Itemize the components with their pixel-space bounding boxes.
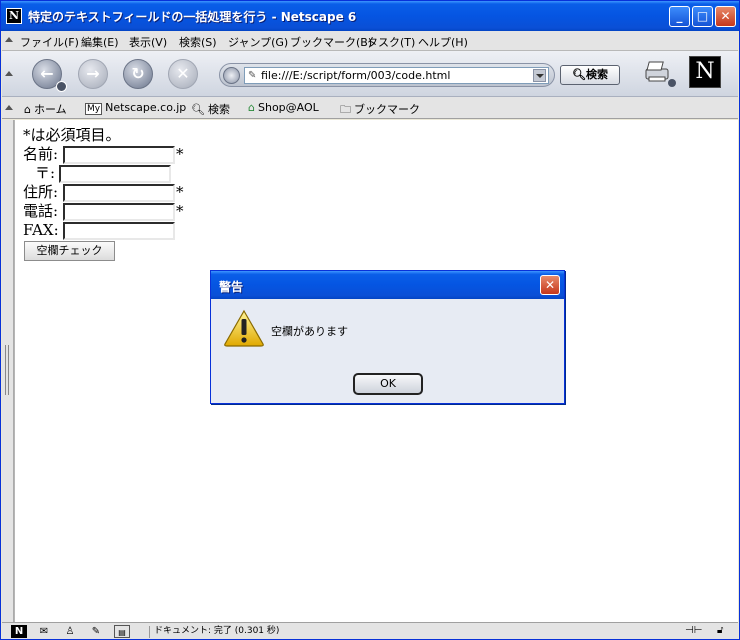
menu-view[interactable]: 表示(V)	[129, 34, 167, 50]
required-mark-address: *	[176, 183, 184, 201]
navigation-toolbar: ← → ↻ ✕ ✎ file:///E:/script/form/003/cod…	[2, 51, 738, 97]
toolbar-grip-icon[interactable]	[5, 37, 13, 42]
forward-button[interactable]: →	[78, 59, 108, 89]
reload-icon: ↻	[131, 64, 145, 83]
netscape-logo[interactable]: N	[689, 56, 721, 88]
dialog-title: 警告	[219, 280, 244, 294]
menu-bar: ファイル(F) 編集(E) 表示(V) 検索(S) ジャンプ(G) ブックマーク…	[2, 31, 738, 51]
search-icon: 🔍︎	[191, 103, 205, 116]
magnifier-icon: 🔍︎	[572, 68, 586, 81]
close-button[interactable]: ✕	[715, 6, 736, 27]
mail-icon[interactable]: ✉	[36, 625, 52, 638]
title-bar[interactable]: N 特定のテキストフィールドの一括処理を行う - Netscape 6 _ □ …	[1, 1, 739, 31]
status-text: ドキュメント: 完了 (0.301 秒)	[149, 626, 279, 638]
menu-search[interactable]: 検索(S)	[179, 34, 217, 50]
bookmark-folder-icon: 🗀︎	[340, 103, 351, 116]
toolbar-grip-icon[interactable]	[5, 71, 13, 76]
home-icon: ⌂	[24, 103, 31, 116]
fax-input[interactable]	[63, 222, 175, 240]
shop-icon: ⌂	[248, 101, 255, 114]
dialog-body: 空欄があります OK	[211, 299, 564, 403]
netscape-app-icon: N	[6, 8, 22, 24]
close-icon: ✕	[720, 9, 731, 23]
maximize-icon: □	[696, 9, 709, 23]
alert-dialog: 警告 ✕ 空欄があります OK	[210, 270, 565, 404]
personal-item-bookmarks[interactable]: 🗀︎ ブックマーク	[340, 101, 420, 120]
dialog-message: 空欄があります	[271, 325, 348, 338]
menu-bookmarks[interactable]: ブックマーク(B)	[290, 34, 372, 50]
online-connection-icon[interactable]: ⊣⊢	[685, 625, 702, 636]
url-dropdown-icon[interactable]	[533, 69, 546, 82]
back-dropdown-icon[interactable]	[56, 81, 67, 92]
blank-check-button[interactable]: 空欄チェック	[24, 241, 115, 261]
personal-toolbar: ⌂ ホーム My Netscape.co.jp 🔍︎ 検索 ⌂ Shop@AOL 🗀︎ ブ…	[2, 97, 738, 119]
phone-input[interactable]	[63, 203, 175, 221]
search-button[interactable]: 🔍︎検索	[560, 65, 620, 85]
menu-go[interactable]: ジャンプ(G)	[228, 34, 288, 50]
close-icon: ✕	[544, 278, 556, 292]
back-arrow-icon: ←	[40, 64, 54, 83]
stop-button[interactable]: ✕	[168, 59, 198, 89]
sidebar-collapse-strip[interactable]	[2, 120, 14, 622]
url-bar: ✎ file:///E:/script/form/003/code.html	[219, 63, 555, 87]
required-mark-name: *	[176, 145, 184, 163]
maximize-button[interactable]: □	[692, 6, 713, 27]
netscape-status-icon[interactable]: N	[11, 625, 27, 638]
minimize-icon: _	[676, 9, 683, 23]
print-icon[interactable]	[642, 59, 676, 89]
field-label-postal: 〒:	[35, 164, 56, 182]
personal-item-netscape[interactable]: My Netscape.co.jp	[85, 101, 186, 115]
my-icon: My	[85, 103, 103, 115]
sidebar-grip-icon[interactable]	[5, 345, 9, 395]
stop-icon: ✕	[176, 64, 190, 83]
menu-file[interactable]: ファイル(F)	[20, 34, 79, 50]
site-bullet-icon[interactable]	[223, 67, 240, 84]
aim-icon[interactable]: ♙	[62, 625, 78, 638]
personal-item-search[interactable]: 🔍︎ 検索	[191, 101, 230, 117]
window-title: 特定のテキストフィールドの一括処理を行う - Netscape 6	[28, 10, 357, 24]
security-lock-icon[interactable]: 🔓︎	[717, 625, 723, 636]
required-note: *は必須項目。	[23, 126, 121, 144]
field-label-phone: 電話:	[23, 202, 59, 220]
url-input[interactable]: ✎ file:///E:/script/form/003/code.html	[244, 67, 549, 84]
address-input[interactable]	[63, 184, 175, 202]
address-book-icon[interactable]: ▤	[114, 625, 130, 638]
search-button-label: 検索	[585, 68, 608, 81]
menu-help[interactable]: ヘルプ(H)	[418, 34, 468, 50]
status-bar: N ✉ ♙ ✎ ▤ ドキュメント: 完了 (0.301 秒) ⊣⊢ 🔓︎	[2, 622, 738, 639]
forward-arrow-icon: →	[86, 64, 100, 83]
dialog-title-bar[interactable]: 警告 ✕	[211, 271, 564, 299]
minimize-button[interactable]: _	[669, 6, 690, 27]
required-mark-phone: *	[176, 202, 184, 220]
menu-tasks[interactable]: タスク(T)	[367, 34, 415, 50]
reload-button[interactable]: ↻	[123, 59, 153, 89]
field-label-address: 住所:	[23, 183, 59, 201]
url-text: file:///E:/script/form/003/code.html	[261, 69, 451, 82]
personal-item-home[interactable]: ⌂ ホーム	[24, 101, 67, 117]
ok-button[interactable]: OK	[353, 373, 423, 395]
browser-window: N 特定のテキストフィールドの一括処理を行う - Netscape 6 _ □ …	[0, 0, 740, 640]
menu-edit[interactable]: 編集(E)	[81, 34, 119, 50]
warning-icon	[224, 309, 264, 347]
back-button[interactable]: ←	[32, 59, 67, 92]
field-label-fax: FAX:	[23, 221, 59, 239]
toolbar-grip-icon[interactable]	[5, 105, 13, 110]
name-input[interactable]	[63, 146, 175, 164]
personal-item-shop[interactable]: ⌂ Shop@AOL	[248, 101, 319, 114]
field-label-name: 名前:	[23, 145, 59, 163]
postal-code-input[interactable]	[59, 165, 171, 183]
composer-icon[interactable]: ✎	[88, 625, 104, 638]
dialog-close-button[interactable]: ✕	[540, 275, 560, 295]
page-icon: ✎	[248, 70, 257, 81]
